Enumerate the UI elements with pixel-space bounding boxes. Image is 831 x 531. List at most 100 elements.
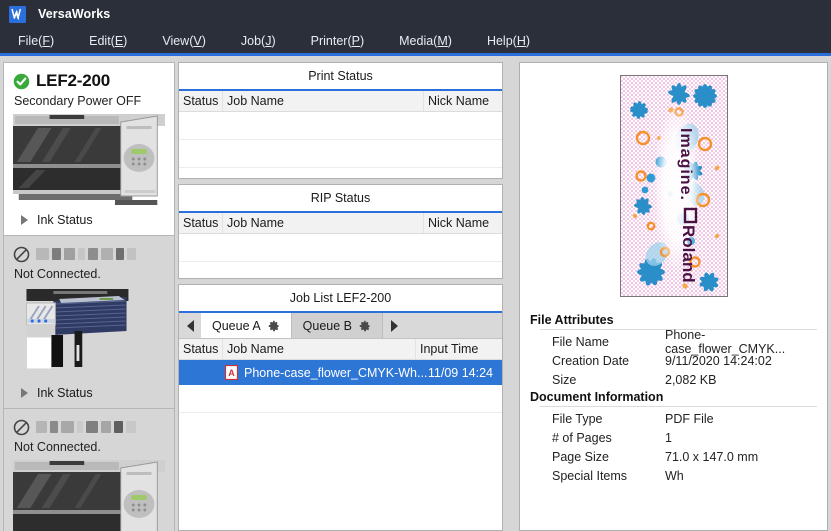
attr-row-file-type: File Type PDF File — [530, 409, 817, 428]
ink-status-label: Ink Status — [37, 213, 93, 227]
printer-name-redacted — [36, 248, 136, 261]
triangle-left-icon — [186, 319, 194, 332]
print-status-header-row: Status Job Name Nick Name — [179, 91, 502, 112]
column-header-nick-name: Nick Name — [428, 216, 490, 230]
gear-icon[interactable] — [268, 320, 280, 332]
attributes-area: File Attributes File Name Phone-case_flo… — [520, 308, 827, 485]
rip-status-title: RIP Status — [179, 185, 502, 213]
menu-item-printer[interactable]: Printer(P) — [311, 34, 365, 48]
menu-item-edit[interactable]: Edit(E) — [89, 34, 127, 48]
print-status-panel: Print Status Status Job Name Nick Name — [178, 62, 503, 179]
printer-card-lef2-200[interactable]: LEF2-200 Secondary Power OFF Ink Status — [3, 62, 175, 236]
main-area: LEF2-200 Secondary Power OFF Ink Status … — [0, 59, 831, 531]
attr-row-creation-date: Creation Date 9/11/2020 14:24:02 — [530, 351, 817, 370]
menu-item-file[interactable]: File(F) — [18, 34, 54, 48]
triangle-right-icon — [21, 388, 28, 398]
column-header-status: Status — [179, 213, 223, 233]
menu-item-media[interactable]: Media(M) — [399, 34, 452, 48]
menu-item-help[interactable]: Help(H) — [487, 34, 530, 48]
job-list-header-row: Status Job Name Input Time — [179, 339, 502, 360]
attr-value: 71.0 x 147.0 mm — [665, 449, 759, 464]
printer-status-text: Not Connected. — [14, 267, 101, 281]
preview-area: Imagine. Roland — [520, 63, 827, 308]
attr-value: Phone-case_flower_CMYK... — [665, 327, 786, 356]
printer-card-3[interactable]: Not Connected. — [3, 409, 175, 531]
menu-item-view[interactable]: View(V) — [162, 34, 206, 48]
empty-row — [179, 385, 502, 413]
triangle-right-icon — [21, 215, 28, 225]
svg-text:A: A — [228, 368, 235, 378]
attr-key: Page Size — [552, 449, 609, 464]
title-bar: VersaWorks — [0, 0, 831, 28]
rip-status-panel: RIP Status Status Job Name Nick Name — [178, 184, 503, 279]
column-header-nick-name: Nick Name — [428, 94, 490, 108]
attr-value: 1 — [665, 430, 672, 445]
empty-row — [179, 234, 502, 262]
gear-icon[interactable] — [359, 320, 371, 332]
queue-tab-bar[interactable]: Queue A Queue B — [179, 313, 502, 339]
printer-header — [13, 243, 165, 265]
rip-status-rows[interactable] — [179, 234, 502, 278]
attr-key: Special Items — [552, 468, 628, 483]
file-attributes-heading: File Attributes — [530, 313, 614, 327]
tab-scroll-right-button[interactable] — [383, 313, 405, 338]
print-status-rows[interactable] — [179, 112, 502, 178]
job-list-title: Job List LEF2-200 — [179, 285, 502, 313]
app-title: VersaWorks — [38, 7, 111, 21]
attr-value: Wh — [665, 468, 684, 483]
svg-text:Imagine.: Imagine. — [677, 128, 694, 201]
job-list-panel: Job List LEF2-200 Queue A Queue B Status… — [178, 284, 503, 531]
column-header-status: Status — [179, 91, 223, 111]
empty-row — [179, 140, 502, 168]
panel-scroll-gutter[interactable] — [503, 59, 514, 531]
attr-value: 2,082 KB — [665, 372, 717, 387]
column-header-status: Status — [179, 339, 223, 359]
column-header-input-time: Input Time — [420, 342, 479, 356]
green-check-icon — [13, 73, 30, 89]
disabled-circle-icon — [13, 419, 30, 435]
attr-key: File Type — [552, 411, 603, 426]
printer-header — [13, 416, 165, 438]
rip-status-header-row: Status Job Name Nick Name — [179, 213, 502, 234]
printer-name: LEF2-200 — [36, 71, 110, 90]
printer-card-2[interactable]: Not Connected. Ink Status — [3, 236, 175, 409]
ink-status-toggle-2[interactable]: Ink Status — [13, 381, 165, 404]
job-list-rows[interactable]: A Phone-case_flower_CMYK-Wh... 11/09 14:… — [179, 360, 502, 530]
tab-queue-b[interactable]: Queue B — [291, 313, 383, 338]
attr-row-special-items: Special Items Wh — [530, 466, 817, 485]
tab-queue-a[interactable]: Queue A — [201, 313, 292, 338]
printer-status-text: Not Connected. — [14, 440, 101, 454]
column-header-job-name: Job Name — [223, 91, 424, 111]
attr-key: Creation Date — [552, 353, 630, 368]
attr-row-size: Size 2,082 KB — [530, 370, 817, 389]
disabled-circle-icon — [13, 246, 30, 262]
table-row[interactable]: A Phone-case_flower_CMYK-Wh... 11/09 14:… — [179, 360, 502, 385]
versaworks-logo-icon — [9, 5, 26, 23]
job-preview-image[interactable]: Imagine. Roland — [619, 74, 728, 297]
attr-row-page-count: # of Pages 1 — [530, 428, 817, 447]
column-header-job-name: Job Name — [223, 213, 424, 233]
ink-status-toggle-lef2-200[interactable]: Ink Status — [13, 208, 165, 231]
menu-bar: File(F) Edit(E) View(V) Job(J) Printer(P… — [0, 28, 831, 56]
column-header-job-name: Job Name — [223, 339, 416, 359]
divider — [540, 406, 817, 407]
tab-label: Queue A — [212, 318, 261, 333]
ink-status-label: Ink Status — [37, 386, 93, 400]
attr-key: File Name — [552, 334, 609, 349]
printer-sidebar[interactable]: LEF2-200 Secondary Power OFF Ink Status … — [0, 59, 178, 531]
print-status-title: Print Status — [179, 63, 502, 91]
tab-scroll-left-button[interactable] — [179, 313, 201, 338]
versaworks-window: VersaWorks File(F) Edit(E) View(V) Job(J… — [0, 0, 831, 531]
printer-image-lef-grey — [13, 458, 165, 531]
document-information-heading: Document Information — [530, 390, 664, 404]
empty-row — [179, 112, 502, 140]
tab-label: Queue B — [302, 318, 352, 333]
menu-item-job[interactable]: Job(J) — [241, 34, 276, 48]
job-detail-panel: Imagine. Roland File Attributes File Nam… — [519, 62, 828, 531]
printer-name-redacted — [36, 421, 136, 434]
center-column: Print Status Status Job Name Nick Name R… — [178, 59, 503, 531]
printer-header: LEF2-200 — [13, 70, 165, 92]
triangle-right-icon — [390, 319, 398, 332]
job-name-cell: Phone-case_flower_CMYK-Wh... — [244, 365, 428, 380]
svg-text:Roland: Roland — [679, 225, 698, 283]
